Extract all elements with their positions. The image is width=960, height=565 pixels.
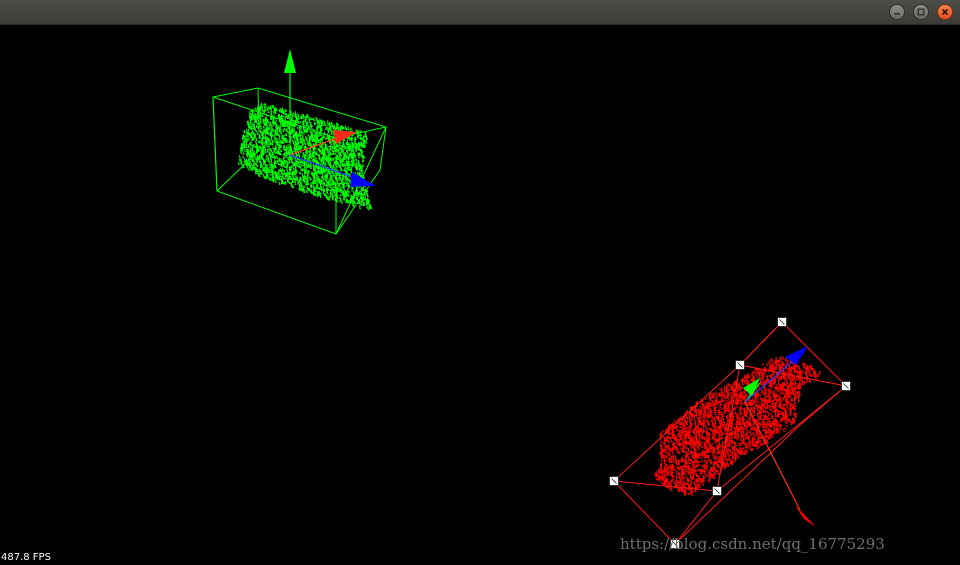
minimize-button[interactable]	[889, 4, 905, 20]
close-icon	[941, 8, 949, 16]
z-axis-arrow-icon[interactable]	[785, 346, 808, 365]
maximize-button[interactable]	[913, 4, 929, 20]
scale-handle[interactable]	[712, 486, 722, 496]
scale-handle[interactable]	[735, 360, 745, 370]
fps-counter: 487.8 FPS	[1, 552, 51, 563]
maximize-icon	[917, 8, 925, 16]
red-point-cloud-object[interactable]	[609, 317, 851, 549]
window-titlebar[interactable]	[0, 0, 960, 25]
scale-handle[interactable]	[841, 381, 851, 391]
y-axis-arrow-icon[interactable]	[284, 49, 296, 73]
green-point-cloud-object[interactable]	[212, 49, 387, 235]
scene-canvas[interactable]	[0, 25, 960, 565]
x-axis-arrow-icon[interactable]	[795, 505, 816, 527]
scale-handle[interactable]	[777, 317, 787, 327]
close-button[interactable]	[937, 4, 953, 20]
minimize-icon	[894, 13, 900, 15]
scale-handle[interactable]	[609, 476, 619, 486]
x-axis-arrow-icon[interactable]	[333, 130, 357, 144]
3d-viewport[interactable]	[0, 25, 960, 565]
watermark-text: https://blog.csdn.net/qq_16775293	[620, 535, 885, 553]
